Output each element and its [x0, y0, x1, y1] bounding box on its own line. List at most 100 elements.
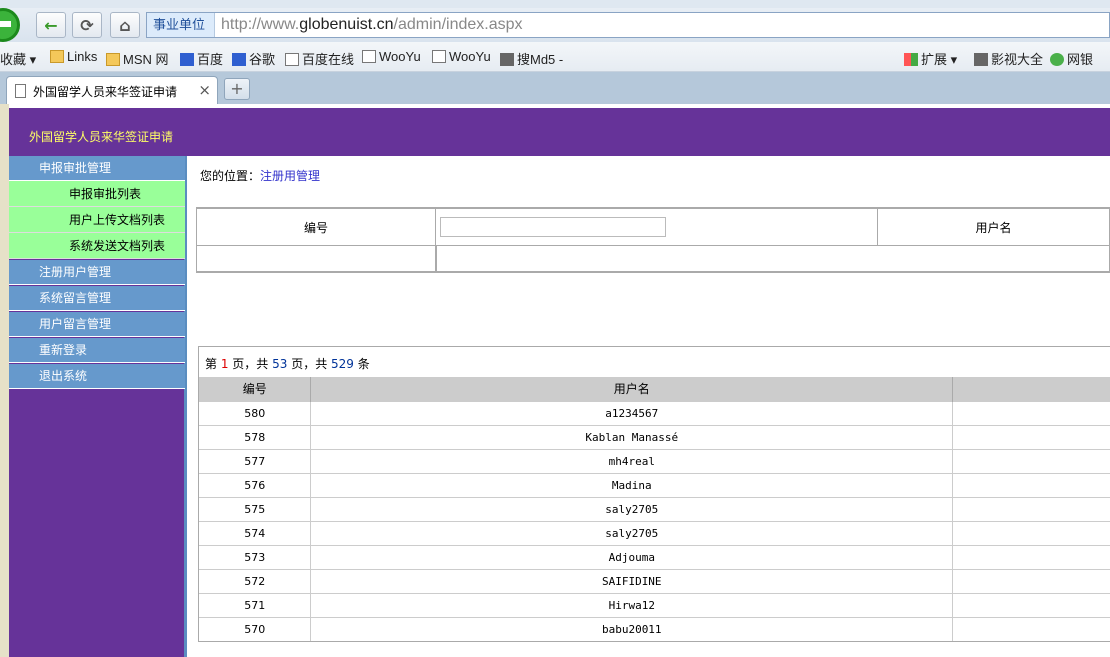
sidebar-sub-approval-list[interactable]: 申报审批列表 — [9, 181, 185, 207]
total-records: 529 — [331, 357, 354, 371]
favorite-label: 搜Md5 - — [517, 52, 564, 67]
table-row[interactable]: 574 saly2705 — [199, 520, 1110, 545]
favorite-label: 扩展 — [921, 52, 948, 67]
extensions-menu[interactable]: 扩展 ▾ — [904, 49, 957, 68]
cell-id: 572 — [199, 568, 312, 593]
cell-extra — [952, 496, 1110, 521]
tab-bar: 外国留学人员来华签证申请 × + — [0, 72, 1110, 104]
cell-extra — [952, 568, 1110, 593]
table-row[interactable]: 570 babu20011 — [199, 616, 1110, 641]
cell-username[interactable]: saly2705 — [310, 520, 954, 545]
table-row[interactable]: 571 Hirwa12 — [199, 592, 1110, 617]
users-table: 编号 用户名 580 a1234567 578 Kablan Manassé 577… — [199, 377, 1110, 641]
favorite-baidu[interactable]: 百度 — [180, 49, 223, 68]
chevron-down-icon: ▾ — [29, 52, 37, 67]
sidebar-sub-user-docs[interactable]: 用户上传文档列表 — [9, 207, 185, 233]
url-text[interactable]: http://www.globenuist.cn/admin/index.asp… — [221, 13, 523, 37]
favorite-wooyu-1[interactable]: WooYu — [362, 49, 421, 64]
translate-icon — [285, 53, 299, 66]
page-content: 外国留学人员来华签证申请 申报审批管理 申报审批列表 用户上传文档列表 系统发送… — [0, 104, 1110, 657]
favorite-md5[interactable]: 搜Md5 - — [500, 49, 563, 68]
cell-id: 578 — [199, 424, 312, 449]
shield-icon — [1050, 53, 1064, 66]
table-row[interactable]: 580 a1234567 — [199, 400, 1110, 425]
cell-username[interactable]: Kablan Manassé — [310, 424, 954, 449]
site-title: 外国留学人员来华签证申请 — [29, 130, 174, 144]
favorite-label: MSN 网 — [123, 52, 169, 67]
zone-label: 事业单位 — [153, 17, 206, 32]
cell-username[interactable]: mh4real — [310, 448, 954, 473]
form-row-empty-label — [196, 246, 436, 272]
cell-extra — [952, 400, 1110, 425]
zone-dropdown[interactable]: 事业单位 ▾ — [147, 13, 215, 56]
home-icon: ⌂ — [119, 15, 131, 35]
sidebar: 申报审批管理 申报审批列表 用户上传文档列表 系统发送文档列表 注册用户管理 系… — [9, 156, 187, 657]
breadcrumb: 您的位置：注册用管理 — [200, 167, 320, 184]
new-tab-button[interactable]: + — [224, 78, 250, 100]
cell-id: 577 — [199, 448, 312, 473]
cell-username[interactable]: Adjouma — [310, 544, 954, 569]
table-header-row: 编号 用户名 — [199, 377, 1110, 401]
table-row[interactable]: 573 Adjouma — [199, 544, 1110, 569]
cell-id: 570 — [199, 616, 312, 641]
id-field-cell — [436, 208, 878, 246]
left-edge-strip — [0, 104, 9, 657]
breadcrumb-link[interactable]: 注册用管理 — [260, 169, 320, 183]
sidebar-item-registered-users[interactable]: 注册用户管理 — [9, 260, 185, 285]
sidebar-item-user-messages[interactable]: 用户留言管理 — [9, 312, 185, 337]
column-header-id[interactable]: 编号 — [199, 377, 312, 401]
total-pages: 53 — [272, 357, 288, 371]
extensions-icon — [904, 53, 918, 66]
close-icon[interactable]: × — [198, 81, 211, 99]
cell-id: 575 — [199, 496, 312, 521]
favorite-video[interactable]: 影视大全 — [974, 49, 1043, 68]
sidebar-group-approval[interactable]: 申报审批管理 — [9, 156, 185, 181]
favorite-label: WooYu — [379, 49, 421, 64]
cell-extra — [952, 520, 1110, 545]
username-field-label: 用户名 — [878, 208, 1110, 246]
table-row[interactable]: 578 Kablan Manassé — [199, 424, 1110, 449]
cell-username[interactable]: Madina — [310, 472, 954, 497]
arrow-left-icon: ← — [44, 15, 58, 35]
table-row[interactable]: 577 mh4real — [199, 448, 1110, 473]
title-bar — [0, 0, 1110, 8]
favorites-label: 收藏 — [0, 52, 27, 67]
favorite-baidu-online[interactable]: 百度在线 — [285, 49, 354, 68]
cell-extra — [952, 616, 1110, 641]
address-bar[interactable]: 事业单位 ▾ http://www.globenuist.cn/admin/in… — [146, 12, 1110, 56]
table-row[interactable]: 572 SAIFIDINE — [199, 568, 1110, 593]
back-button[interactable]: ← — [36, 12, 66, 38]
favorite-label: Links — [67, 49, 98, 64]
cell-username[interactable]: a1234567 — [310, 400, 954, 425]
favorite-label: 谷歌 — [249, 52, 276, 67]
sidebar-item-system-messages[interactable]: 系统留言管理 — [9, 286, 185, 311]
home-button[interactable]: ⌂ — [110, 12, 140, 38]
tab-current[interactable]: 外国留学人员来华签证申请 × — [6, 76, 218, 104]
cell-username[interactable]: Hirwa12 — [310, 592, 954, 617]
favorites-menu[interactable]: 收藏 ▾ — [0, 49, 36, 68]
table-row[interactable]: 575 saly2705 — [199, 496, 1110, 521]
sidebar-item-logout[interactable]: 退出系统 — [9, 364, 185, 389]
refresh-button[interactable]: ⟳ — [72, 12, 102, 38]
tab-title: 外国留学人员来华签证申请 — [33, 85, 178, 99]
cell-id: 573 — [199, 544, 312, 569]
md5-icon — [500, 53, 514, 66]
cell-username[interactable]: saly2705 — [310, 496, 954, 521]
cell-extra — [952, 592, 1110, 617]
cell-username[interactable]: SAIFIDINE — [310, 568, 954, 593]
favorite-label: 网银 — [1067, 52, 1094, 67]
favorite-links[interactable]: Links — [50, 49, 97, 64]
url-path: /admin/index.aspx — [393, 16, 523, 33]
cell-id: 571 — [199, 592, 312, 617]
favorite-msn[interactable]: MSN 网 — [106, 49, 169, 68]
table-row[interactable]: 576 Madina — [199, 472, 1110, 497]
sidebar-item-relogin[interactable]: 重新登录 — [9, 338, 185, 363]
sidebar-sub-system-docs[interactable]: 系统发送文档列表 — [9, 233, 185, 259]
favorite-google[interactable]: 谷歌 — [232, 49, 275, 68]
id-input[interactable] — [440, 217, 666, 237]
column-header-username[interactable]: 用户名 — [310, 377, 954, 401]
cell-id: 576 — [199, 472, 312, 497]
favorite-bank[interactable]: 网银 — [1050, 49, 1093, 68]
favorite-wooyu-2[interactable]: WooYu — [432, 49, 491, 64]
cell-username[interactable]: babu20011 — [310, 616, 954, 641]
